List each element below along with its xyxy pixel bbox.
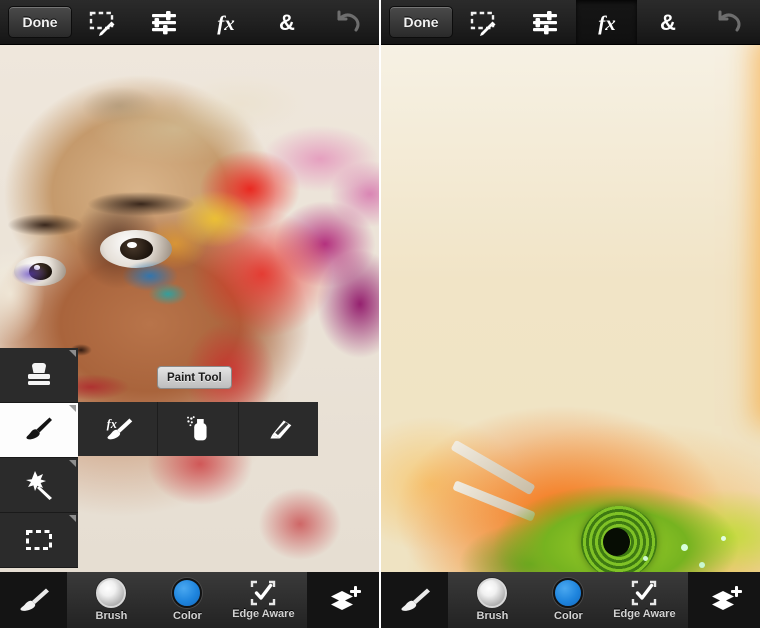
flyout-indicator-icon: [69, 460, 76, 467]
skin-speckle: [643, 556, 648, 561]
edge-aware-option-label: Edge Aware: [232, 608, 295, 620]
select-edit-icon: [86, 7, 120, 37]
fx-button[interactable]: fx: [195, 0, 256, 44]
select-edit-icon: [467, 7, 501, 37]
brush-option-button[interactable]: Brush: [454, 578, 530, 622]
ampersand-icon: &: [270, 7, 304, 37]
flyout-indicator-icon: [69, 405, 76, 412]
skin-speckle: [699, 562, 705, 568]
paint-tool-button[interactable]: [0, 403, 78, 458]
flyout-indicator-icon: [69, 350, 76, 357]
edge-aware-icon: [631, 580, 657, 606]
edge-aware-option-button[interactable]: Edge Aware: [606, 580, 682, 620]
brush-swatch-icon: [477, 578, 508, 608]
right-screen: Basic Stylize Artistic Photo Gradient Ma…: [379, 0, 760, 628]
undo-button[interactable]: [318, 0, 379, 44]
eraser-tool-button[interactable]: [237, 402, 318, 456]
svg-text:&: &: [279, 10, 295, 35]
color-swatch-icon: [553, 578, 584, 608]
undo-icon: [331, 7, 365, 37]
undo-button[interactable]: [699, 0, 760, 44]
magic-wand-tool-button[interactable]: [0, 458, 78, 513]
color-option-label: Color: [173, 610, 202, 622]
fx-brush-icon: fx: [106, 417, 132, 440]
adjustments-icon: [528, 7, 562, 37]
svg-text:fx: fx: [106, 417, 116, 431]
paintbrush-icon: [401, 588, 430, 611]
ampersand-icon: &: [651, 7, 685, 37]
brush-tool-button[interactable]: [381, 572, 449, 628]
skin-speckle: [721, 536, 726, 541]
tool-rail: [0, 348, 78, 568]
color-option-button[interactable]: Color: [149, 578, 225, 622]
selection-tool-button[interactable]: [0, 513, 78, 568]
paintbrush-icon: [20, 588, 49, 611]
brush-option-button[interactable]: Brush: [73, 578, 149, 622]
adjustments-button[interactable]: [133, 0, 194, 44]
color-swatch-icon: [172, 578, 203, 608]
select-edit-button[interactable]: [72, 0, 133, 44]
brush-swatch-icon: [96, 578, 127, 608]
add-layer-button[interactable]: [688, 572, 760, 628]
svg-text:fx: fx: [217, 11, 235, 35]
brush-option-label: Brush: [95, 610, 128, 622]
add-layer-icon: [330, 586, 361, 610]
svg-text:fx: fx: [598, 11, 616, 35]
stamp-tool-button[interactable]: [0, 348, 78, 403]
blend-button[interactable]: &: [256, 0, 317, 44]
paintbrush-icon: [26, 417, 52, 440]
adjustments-button[interactable]: [514, 0, 575, 44]
right-image-canvas[interactable]: [381, 44, 760, 572]
done-button[interactable]: Done: [8, 6, 72, 38]
spray-can-icon: [187, 416, 207, 441]
right-bottom-toolbar: Brush Color Edge Aware: [381, 572, 760, 628]
magic-wand-icon: [26, 471, 52, 500]
edge-aware-option-label: Edge Aware: [613, 608, 676, 620]
fx-button[interactable]: fx: [575, 0, 638, 44]
brush-options-group: Brush Color Edge Aware: [67, 572, 308, 628]
spray-can-tool-button[interactable]: [157, 402, 237, 456]
svg-text:&: &: [660, 10, 676, 35]
screenshot-root: Done fx & fx Paint Tool Brush Color Edge…: [0, 0, 760, 628]
eraser-icon: [270, 420, 292, 439]
fx-icon: fx: [590, 7, 624, 37]
fx-icon: fx: [209, 7, 243, 37]
left-screen: Done fx & fx Paint Tool Brush Color Edge…: [0, 0, 379, 628]
add-layer-icon: [711, 586, 742, 610]
add-layer-button[interactable]: [307, 572, 379, 628]
edge-aware-icon: [250, 580, 276, 606]
blend-button[interactable]: &: [637, 0, 698, 44]
color-option-button[interactable]: Color: [530, 578, 606, 622]
chameleon-eye: [581, 506, 657, 572]
fx-brush-tool-button[interactable]: fx: [78, 402, 157, 456]
tool-tooltip: Paint Tool: [157, 366, 232, 389]
left-bottom-toolbar: Brush Color Edge Aware: [0, 572, 379, 628]
brush-option-label: Brush: [476, 610, 509, 622]
select-edit-button[interactable]: [453, 0, 514, 44]
adjustments-icon: [147, 7, 181, 37]
brush-tool-button[interactable]: [0, 572, 68, 628]
brush-options-group: Brush Color Edge Aware: [448, 572, 689, 628]
stamp-icon: [28, 363, 50, 385]
color-option-label: Color: [554, 610, 583, 622]
skin-speckle: [681, 544, 688, 551]
paint-tool-flyout: fx: [78, 402, 318, 456]
right-top-toolbar: Done fx &: [381, 0, 760, 45]
selection-marquee-icon: [26, 530, 52, 550]
done-button[interactable]: Done: [389, 6, 453, 38]
flyout-indicator-icon: [69, 515, 76, 522]
left-top-toolbar: Done fx &: [0, 0, 379, 45]
undo-icon: [712, 7, 746, 37]
edge-aware-option-button[interactable]: Edge Aware: [225, 580, 301, 620]
